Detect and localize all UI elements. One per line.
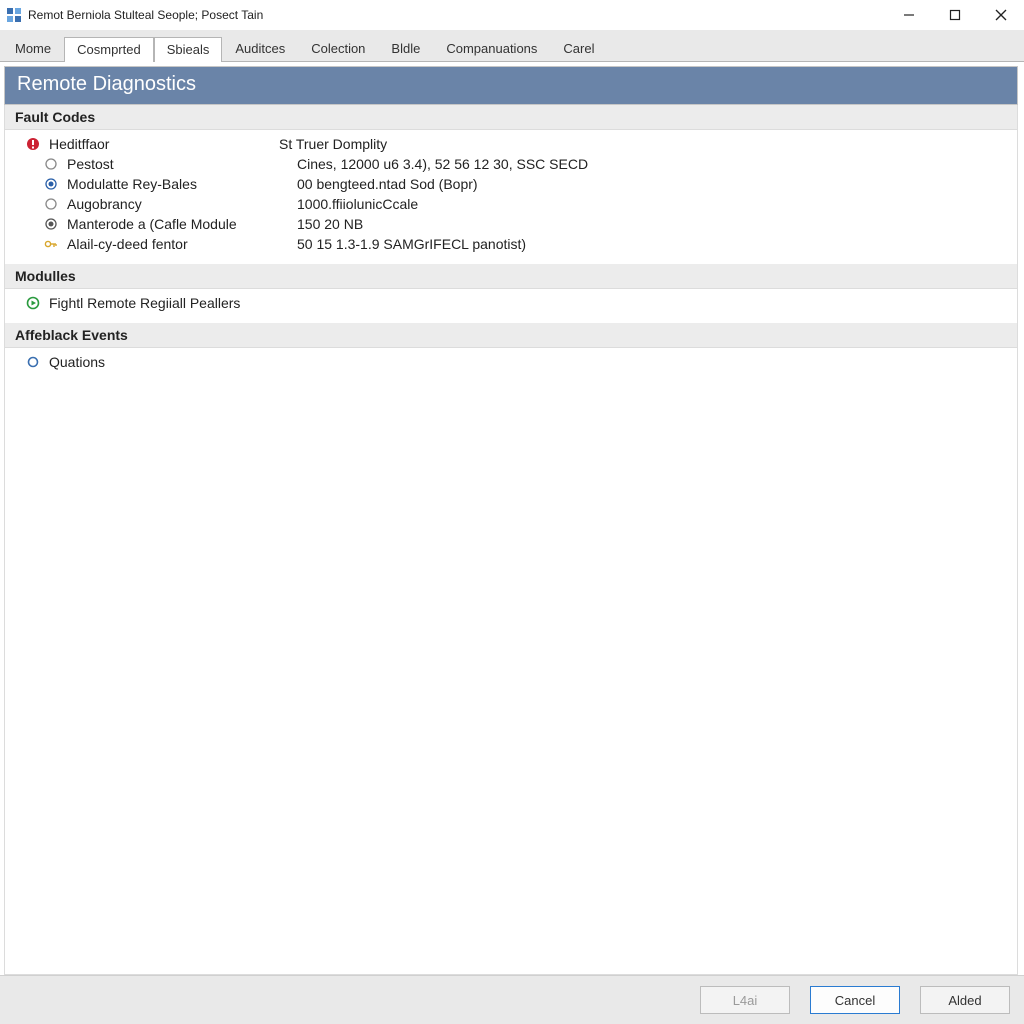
tab-sbieals[interactable]: Sbieals [154, 37, 223, 62]
item-value: 1000.ffiiolunicCcale [297, 196, 418, 212]
tab-bldle[interactable]: Bldle [378, 36, 433, 61]
item-label: Modulatte Rey-Bales [67, 176, 297, 192]
list-item[interactable]: Augobrancy 1000.ffiiolunicCcale [41, 194, 1017, 214]
modules-list: Fightl Remote Regiiall Peallers [4, 289, 1018, 323]
item-value: 50 15 1.3-1.9 SAMGrIFECL panotist) [297, 236, 526, 252]
list-item[interactable]: Fightl Remote Regiiall Peallers [23, 293, 1017, 313]
tab-cosmprted[interactable]: Cosmprted [64, 37, 154, 62]
events-list: Quations [4, 348, 1018, 382]
list-item[interactable]: Manterode a (Cafle Module 150 20 NB [41, 214, 1017, 234]
item-label: Augobrancy [67, 196, 297, 212]
radio-blue-icon [41, 176, 61, 192]
error-icon [23, 136, 43, 152]
item-value: Cines, 12000 u6 3.4), 52 56 12 30, SSC S… [297, 156, 588, 172]
tab-strip: Mome Cosmprted Sbieals Auditces Colectio… [0, 36, 1024, 61]
list-item[interactable]: Alail-cy-deed fentor 50 15 1.3-1.9 SAMGr… [41, 234, 1017, 254]
minimize-button[interactable] [886, 0, 932, 30]
list-item[interactable]: Quations [23, 352, 1017, 372]
section-header-events: Affeblack Events [4, 323, 1018, 348]
item-value: 150 20 NB [297, 216, 363, 232]
tab-mome[interactable]: Mome [2, 36, 64, 61]
list-item[interactable]: Modulatte Rey-Bales 00 bengteed.ntad Sod… [41, 174, 1017, 194]
item-label: Quations [49, 354, 105, 370]
radio-off-icon [41, 196, 61, 212]
play-icon [23, 295, 43, 311]
item-label: Alail-cy-deed fentor [67, 236, 297, 252]
window-controls [886, 0, 1024, 30]
content-area: Remote Diagnostics Fault Codes Heditffao… [0, 62, 1024, 975]
toolbar-area: Mome Cosmprted Sbieals Auditces Colectio… [0, 30, 1024, 62]
close-button[interactable] [978, 0, 1024, 30]
list-item[interactable]: Pestost Cines, 12000 u6 3.4), 52 56 12 3… [41, 154, 1017, 174]
radio-off-icon [41, 156, 61, 172]
page-title: Remote Diagnostics [4, 66, 1018, 105]
radio-dark-icon [41, 216, 61, 232]
app-icon [6, 7, 22, 23]
tab-colection[interactable]: Colection [298, 36, 378, 61]
item-value: St Truer Domplity [279, 136, 387, 152]
content-empty-area [4, 382, 1018, 975]
item-label: Manterode a (Cafle Module [67, 216, 297, 232]
key-icon [41, 236, 61, 252]
item-label: Heditffaor [49, 136, 279, 152]
circle-open-icon [23, 354, 43, 370]
item-label: Pestost [67, 156, 297, 172]
ok-button[interactable]: L4ai [700, 986, 790, 1014]
item-value: 00 bengteed.ntad Sod (Bopr) [297, 176, 478, 192]
window-titlebar: Remot Berniola Stulteal Seople; Posect T… [0, 0, 1024, 30]
dialog-footer: L4ai Cancel Alded [0, 975, 1024, 1024]
tab-companuations[interactable]: Companuations [433, 36, 550, 61]
maximize-button[interactable] [932, 0, 978, 30]
cancel-button[interactable]: Cancel [810, 986, 900, 1014]
tab-carel[interactable]: Carel [550, 36, 607, 61]
list-item[interactable]: Heditffaor St Truer Domplity [23, 134, 1017, 154]
item-label: Fightl Remote Regiiall Peallers [49, 295, 240, 311]
section-header-fault-codes: Fault Codes [4, 105, 1018, 130]
apply-button[interactable]: Alded [920, 986, 1010, 1014]
fault-codes-list: Heditffaor St Truer Domplity Pestost Cin… [4, 130, 1018, 264]
tab-auditces[interactable]: Auditces [222, 36, 298, 61]
window-title: Remot Berniola Stulteal Seople; Posect T… [28, 8, 263, 22]
section-header-modules: Modulles [4, 264, 1018, 289]
